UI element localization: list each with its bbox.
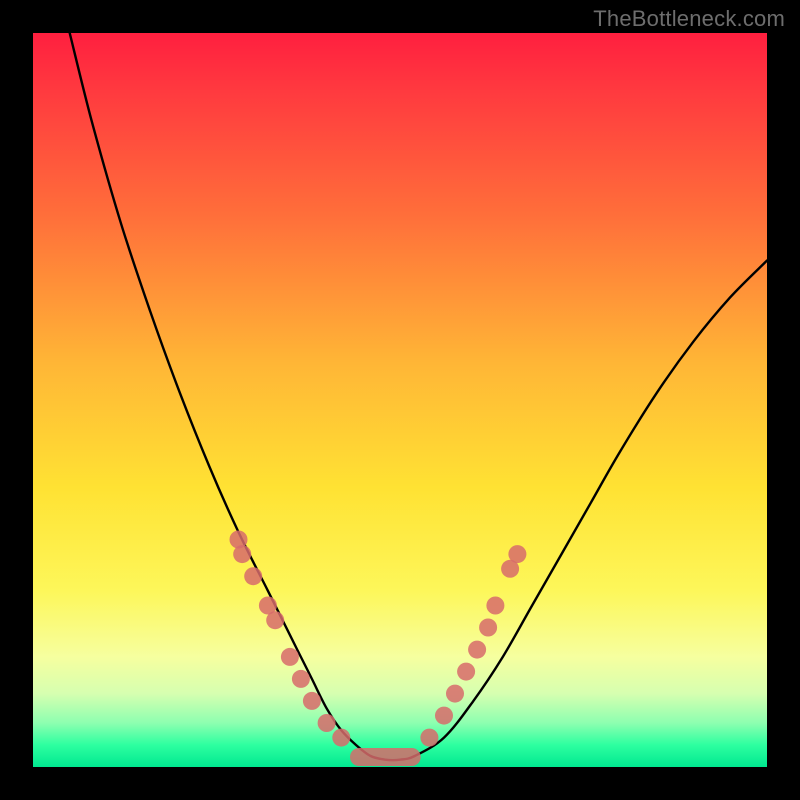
highlight-marker xyxy=(233,545,251,563)
minimum-pill xyxy=(350,748,421,766)
highlight-marker xyxy=(435,707,453,725)
highlight-marker xyxy=(266,611,284,629)
chart-frame: TheBottleneck.com xyxy=(0,0,800,800)
highlight-marker xyxy=(318,714,336,732)
watermark-text: TheBottleneck.com xyxy=(593,6,785,32)
highlight-marker xyxy=(486,597,504,615)
curve-svg xyxy=(33,33,767,767)
bottleneck-curve xyxy=(70,33,767,760)
highlight-marker xyxy=(457,663,475,681)
highlight-marker xyxy=(303,692,321,710)
highlight-marker xyxy=(468,641,486,659)
highlight-marker xyxy=(244,567,262,585)
highlight-marker xyxy=(479,619,497,637)
highlight-marker xyxy=(281,648,299,666)
highlight-marker xyxy=(446,685,464,703)
highlight-markers-left xyxy=(230,531,351,747)
highlight-marker xyxy=(332,729,350,747)
highlight-marker xyxy=(292,670,310,688)
highlight-marker xyxy=(420,729,438,747)
plot-area xyxy=(33,33,767,767)
highlight-marker xyxy=(508,545,526,563)
